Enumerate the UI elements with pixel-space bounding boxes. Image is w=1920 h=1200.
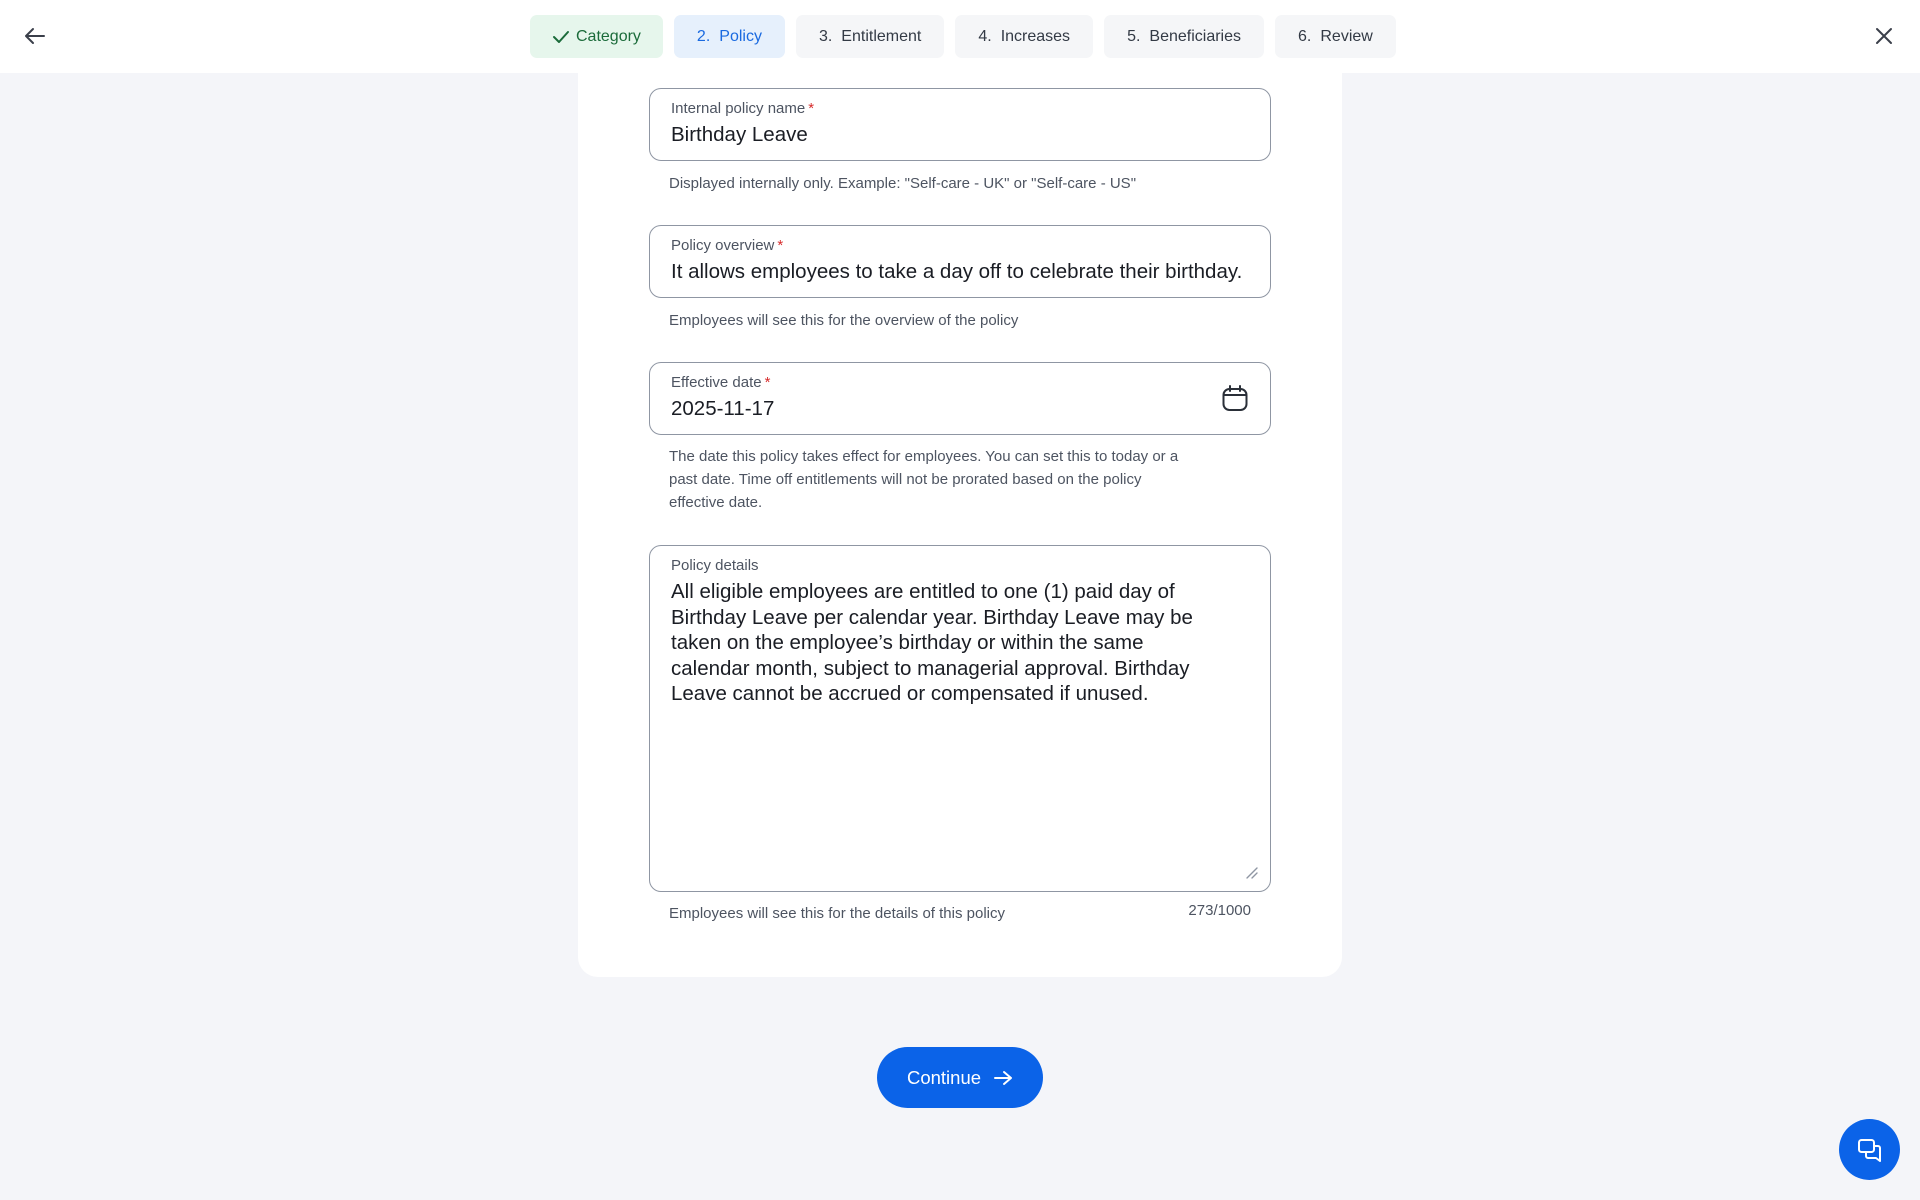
chat-icon: [1857, 1138, 1881, 1162]
required-mark: *: [777, 237, 784, 254]
effective-date-field[interactable]: Effective date * 2025-11-17: [649, 362, 1271, 435]
internal-policy-name-field[interactable]: Internal policy name * Birthday Leave: [649, 88, 1271, 161]
step-label: Category: [576, 27, 641, 45]
text-line: Leave cannot be accrued or compensated i…: [671, 682, 1149, 705]
step-label: Entitlement: [841, 27, 922, 45]
effective-date-input[interactable]: 2025-11-17: [671, 397, 1250, 421]
help-line: effective date.: [669, 494, 763, 511]
step-beneficiaries[interactable]: 5. Beneficiaries: [1104, 15, 1265, 58]
text-line: Birthday Leave per calendar year. Birthd…: [671, 605, 1193, 629]
top-bar: Category 2. Policy 3. Entitlement 4. Inc…: [0, 0, 1920, 73]
help-line: past date. Time off entitlements will no…: [669, 471, 1142, 488]
policy-details-help: Employees will see this for the details …: [669, 905, 1005, 922]
field-label-text: Policy details: [671, 557, 759, 574]
arrow-left-icon: [25, 28, 45, 44]
step-number: 5.: [1127, 27, 1141, 45]
calendar-button[interactable]: [1220, 383, 1250, 413]
arrow-right-icon: [994, 1070, 1013, 1085]
step-number: 2.: [696, 27, 711, 45]
policy-overview-field[interactable]: Policy overview * It allows employees to …: [649, 225, 1271, 298]
step-policy[interactable]: 2. Policy: [673, 15, 785, 58]
step-label: Beneficiaries: [1149, 27, 1242, 45]
required-mark: *: [808, 100, 815, 117]
field-label-text: Internal policy name: [671, 100, 806, 117]
step-number: 4.: [978, 27, 992, 45]
internal-policy-name-input[interactable]: Birthday Leave: [671, 123, 1250, 147]
step-increases[interactable]: 4. Increases: [955, 15, 1094, 58]
continue-button[interactable]: Continue: [877, 1047, 1043, 1108]
policy-form-card: Internal policy name * Birthday Leave Dis…: [578, 73, 1342, 977]
close-icon: [1876, 28, 1892, 44]
character-counter: 273/1000: [1188, 902, 1251, 919]
stepper: Category 2. Policy 3. Entitlement 4. Inc…: [530, 15, 1396, 58]
policy-overview-input[interactable]: It allows employees to take a day off to…: [671, 260, 1250, 284]
step-label: Policy: [719, 27, 762, 45]
field-label: Internal policy name *: [671, 100, 814, 117]
step-entitlement[interactable]: 3. Entitlement: [795, 15, 945, 58]
field-label: Policy details: [671, 557, 759, 574]
field-label-text: Policy overview: [671, 237, 775, 254]
step-number: 3.: [818, 27, 833, 45]
text-line: taken on the employee’s birthday or with…: [671, 631, 1144, 654]
step-number: 6.: [1298, 27, 1312, 45]
close-button[interactable]: [1866, 18, 1902, 54]
back-button[interactable]: [17, 18, 53, 54]
field-label: Effective date *: [671, 374, 770, 391]
text-line: calendar month, subject to managerial ap…: [671, 656, 1190, 680]
step-label: Increases: [1000, 27, 1071, 45]
step-review[interactable]: 6. Review: [1275, 15, 1396, 58]
internal-policy-name-help: Displayed internally only. Example: "Sel…: [669, 175, 1137, 192]
effective-date-help: The date this policy takes effect for em…: [669, 445, 1178, 514]
step-label: Review: [1320, 27, 1373, 45]
policy-details-field[interactable]: Policy details All eligible employees ar…: [649, 545, 1271, 892]
chat-button[interactable]: [1839, 1119, 1900, 1180]
help-line: The date this policy takes effect for em…: [669, 448, 1179, 465]
resize-handle-icon[interactable]: [1242, 863, 1258, 879]
field-label-text: Effective date: [671, 374, 762, 391]
calendar-icon: [1222, 385, 1248, 411]
text-line: All eligible employees are entitled to o…: [671, 580, 1175, 603]
policy-overview-help: Employees will see this for the overview…: [669, 312, 1019, 329]
policy-details-textarea[interactable]: All eligible employees are entitled to o…: [671, 579, 1230, 707]
continue-label: Continue: [906, 1066, 982, 1088]
field-label: Policy overview *: [671, 237, 783, 254]
required-mark: *: [764, 374, 771, 391]
check-icon: [553, 30, 569, 43]
step-category[interactable]: Category: [530, 15, 663, 58]
